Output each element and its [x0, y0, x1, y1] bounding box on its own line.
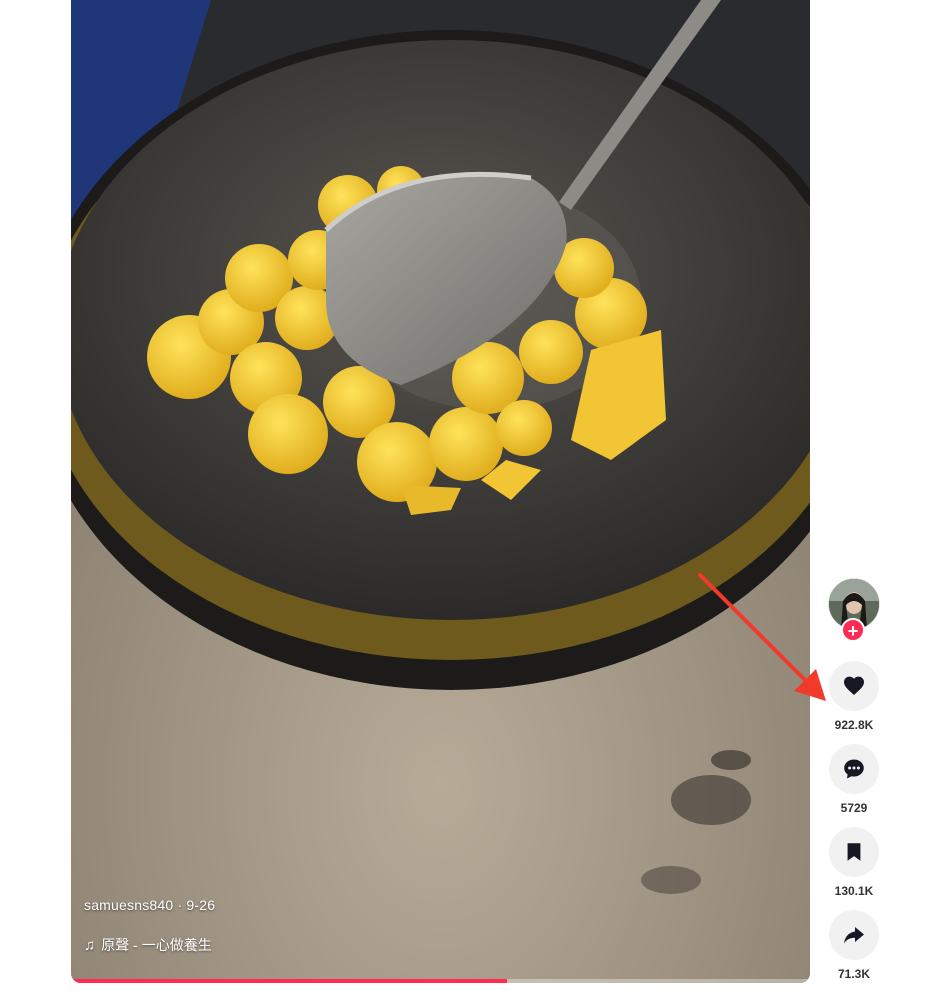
bookmark-button[interactable] [829, 827, 879, 877]
music-note-icon: ♫ [84, 936, 96, 954]
comment-button[interactable] [829, 744, 879, 794]
music-title[interactable]: 原聲 - 一心做養生 [101, 935, 211, 955]
follow-button[interactable]: + [841, 618, 865, 642]
share-button[interactable] [829, 910, 879, 960]
video-caption[interactable]: samuesns840 · 9-26 [84, 897, 215, 913]
bookmark-icon [847, 843, 861, 861]
video-frame [71, 0, 810, 983]
share-action: 71.3K [828, 910, 880, 981]
save-count: 130.1K [834, 884, 874, 898]
annotation-arrow-icon [698, 573, 826, 701]
heart-icon [844, 676, 864, 695]
save-action: 130.1K [828, 827, 880, 898]
share-icon [844, 927, 864, 944]
like-count: 922.8K [834, 718, 874, 732]
author-name[interactable]: samuesns840 [84, 897, 173, 913]
progress-bar[interactable] [71, 979, 810, 983]
comment-action: 5729 [828, 744, 880, 815]
plus-icon: + [847, 621, 859, 641]
caption-separator: · [173, 897, 187, 913]
music-info[interactable]: ♫ 原聲 - 一心做養生 [84, 935, 212, 955]
progress-fill [71, 979, 507, 983]
comment-icon [844, 759, 864, 779]
comment-count: 5729 [840, 801, 868, 815]
post-date: 9-26 [186, 897, 216, 913]
share-count: 71.3K [837, 967, 871, 981]
video-player[interactable]: samuesns840 · 9-26 ♫ 原聲 - 一心做養生 [71, 0, 810, 983]
